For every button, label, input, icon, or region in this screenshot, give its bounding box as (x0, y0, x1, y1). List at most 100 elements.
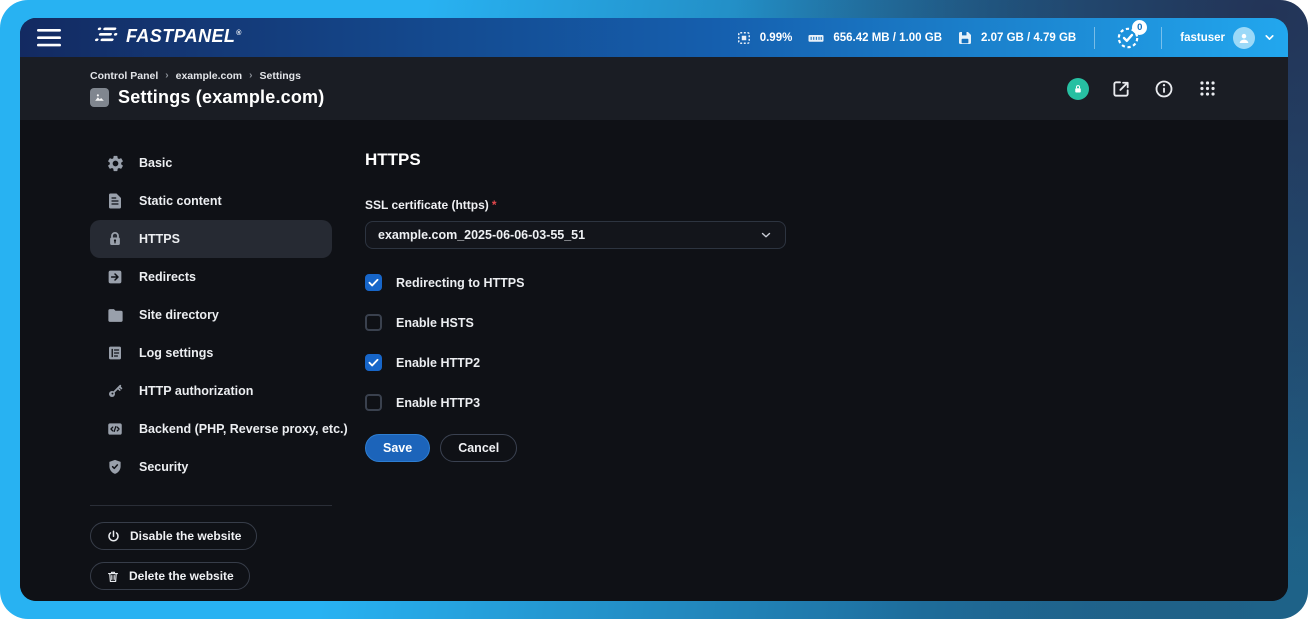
registered-mark: ® (236, 30, 241, 37)
checkbox-row-redirect-https[interactable]: Redirecting to HTTPS (365, 274, 786, 291)
fastpanel-logo-text: FASTPANEL (126, 26, 235, 47)
page-title: Settings (example.com) (118, 87, 324, 108)
breadcrumb-separator: › (165, 70, 168, 81)
cpu-value: 0.99% (760, 32, 793, 44)
form-actions: Save Cancel (365, 434, 786, 462)
section-heading: HTTPS (365, 150, 786, 170)
key-icon (105, 381, 125, 401)
lock-icon (1072, 83, 1084, 95)
redirect-https-checkbox[interactable] (365, 274, 382, 291)
folder-icon (105, 305, 125, 325)
sidebar-item-basic[interactable]: Basic (90, 144, 332, 182)
open-site-button[interactable] (1110, 78, 1132, 100)
sidebar-item-label: Log settings (139, 346, 213, 360)
sidebar-item-label: Basic (139, 156, 172, 170)
sidebar-item-static-content[interactable]: Static content (90, 182, 332, 220)
shield-check-icon (105, 457, 125, 477)
ram-value: 656.42 MB / 1.00 GB (833, 32, 942, 44)
disk-value: 2.07 GB / 4.79 GB (981, 32, 1076, 44)
sidebar-item-security[interactable]: Security (90, 448, 332, 486)
grid-dots-icon (1198, 79, 1217, 98)
sidebar-item-label: Static content (139, 194, 222, 208)
sidebar-item-site-directory[interactable]: Site directory (90, 296, 332, 334)
topbar-divider (1161, 27, 1162, 49)
enable-http2-checkbox[interactable] (365, 354, 382, 371)
apps-grid-button[interactable] (1196, 78, 1218, 100)
delete-website-button[interactable]: Delete the website (90, 562, 250, 590)
window-frame: FASTPANEL ® 0.99% 656.42 MB / 1.00 GB 2.… (0, 0, 1308, 619)
cpu-usage: 0.99% (735, 29, 793, 47)
required-asterisk: * (492, 198, 497, 212)
https-settings-panel: HTTPS SSL certificate (https)* example.c… (365, 120, 786, 601)
sidebar-divider (90, 505, 332, 506)
sidebar-item-http-authorization[interactable]: HTTP authorization (90, 372, 332, 410)
sidebar-item-log-settings[interactable]: Log settings (90, 334, 332, 372)
ssl-status-button[interactable] (1067, 78, 1089, 100)
fastpanel-logo[interactable]: FASTPANEL ® (94, 26, 241, 49)
user-menu[interactable]: fastuser (1180, 27, 1276, 49)
sidebar-item-https[interactable]: HTTPS (90, 220, 332, 258)
topbar: FASTPANEL ® 0.99% 656.42 MB / 1.00 GB 2.… (20, 18, 1288, 57)
fastpanel-app: FASTPANEL ® 0.99% 656.42 MB / 1.00 GB 2.… (20, 18, 1288, 601)
disable-website-button[interactable]: Disable the website (90, 522, 257, 550)
power-icon (106, 529, 121, 544)
code-icon (105, 419, 125, 439)
enable-http3-checkbox[interactable] (365, 394, 382, 411)
disk-usage: 2.07 GB / 4.79 GB (956, 29, 1076, 47)
header-left: Control Panel › example.com › Settings S… (90, 70, 324, 108)
external-link-icon (1111, 79, 1131, 99)
redirect-arrow-icon (105, 267, 125, 287)
ram-icon (806, 29, 826, 47)
gear-icon (105, 153, 125, 173)
document-icon (105, 191, 125, 211)
settings-sidebar: Basic Static content HTTPS Redirects Sit… (20, 120, 365, 601)
checkbox-label: Redirecting to HTTPS (396, 276, 524, 290)
cpu-icon (735, 29, 753, 47)
person-icon (1236, 30, 1252, 46)
tasks-count-badge: 0 (1132, 20, 1147, 35)
user-avatar (1233, 27, 1255, 49)
info-icon (1154, 79, 1174, 99)
cancel-button[interactable]: Cancel (440, 434, 517, 462)
check-icon (367, 356, 380, 369)
sidebar-item-redirects[interactable]: Redirects (90, 258, 332, 296)
checkbox-label: Enable HSTS (396, 316, 474, 330)
disk-icon (956, 29, 974, 47)
checkbox-row-enable-http2[interactable]: Enable HTTP2 (365, 354, 786, 371)
sidebar-item-backend[interactable]: Backend (PHP, Reverse proxy, etc.) (90, 410, 332, 448)
chevron-down-icon (759, 228, 773, 242)
enable-hsts-checkbox[interactable] (365, 314, 382, 331)
checkbox-label: Enable HTTP3 (396, 396, 480, 410)
sidebar-item-label: Security (139, 460, 188, 474)
sidebar-item-label: HTTPS (139, 232, 180, 246)
username: fastuser (1180, 32, 1225, 44)
page-header: Control Panel › example.com › Settings S… (20, 57, 1288, 120)
topbar-divider (1094, 27, 1095, 49)
breadcrumb-settings: Settings (260, 70, 301, 82)
lock-icon (105, 229, 125, 249)
background-tasks-button[interactable]: 0 (1113, 23, 1143, 53)
sidebar-item-label: Site directory (139, 308, 219, 322)
breadcrumb: Control Panel › example.com › Settings (90, 70, 324, 82)
sidebar-item-label: Redirects (139, 270, 196, 284)
log-list-icon (105, 343, 125, 363)
check-icon (367, 276, 380, 289)
breadcrumb-site[interactable]: example.com (176, 70, 243, 82)
ssl-certificate-select[interactable]: example.com_2025-06-06-03-55_51 (365, 221, 786, 249)
body: Basic Static content HTTPS Redirects Sit… (20, 120, 1288, 601)
menu-hamburger-icon[interactable] (30, 23, 68, 53)
ram-usage: 656.42 MB / 1.00 GB (806, 29, 942, 47)
title-row: Settings (example.com) (90, 87, 324, 108)
sidebar-item-label: Backend (PHP, Reverse proxy, etc.) (139, 422, 348, 436)
breadcrumb-separator: › (249, 70, 252, 81)
info-button[interactable] (1153, 78, 1175, 100)
checkbox-row-enable-hsts[interactable]: Enable HSTS (365, 314, 786, 331)
sidebar-item-label: HTTP authorization (139, 384, 253, 398)
checkbox-label: Enable HTTP2 (396, 356, 480, 370)
chevron-down-icon (1263, 31, 1276, 44)
ssl-certificate-label: SSL certificate (https)* (365, 198, 786, 212)
save-button[interactable]: Save (365, 434, 430, 462)
checkbox-row-enable-http3[interactable]: Enable HTTP3 (365, 394, 786, 411)
topbar-right: 0.99% 656.42 MB / 1.00 GB 2.07 GB / 4.79… (735, 23, 1276, 53)
breadcrumb-control-panel[interactable]: Control Panel (90, 70, 158, 82)
